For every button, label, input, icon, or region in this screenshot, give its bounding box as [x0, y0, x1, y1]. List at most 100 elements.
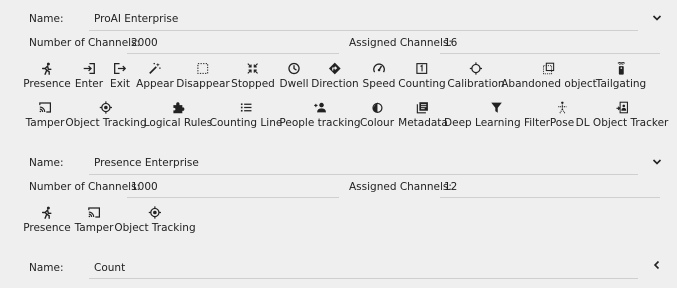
feature-label: Speed	[362, 78, 396, 90]
feature-exit[interactable]: Exit	[110, 60, 130, 90]
chevron-left-icon[interactable]	[652, 260, 662, 270]
name-label: Name:	[29, 157, 64, 169]
assigned-channels-underline	[440, 197, 660, 198]
feature-label: Metadata	[398, 117, 448, 129]
feature-label: Presence	[23, 222, 71, 234]
crosshair-icon	[447, 60, 504, 76]
target-icon	[114, 204, 195, 220]
name-label: Name:	[29, 262, 64, 274]
feature-speed[interactable]: Speed	[362, 60, 396, 90]
num-channels-underline	[127, 53, 339, 54]
half-circle-icon	[360, 99, 394, 115]
feature-label: Pose	[549, 117, 575, 129]
feature-dl-object-tracker[interactable]: DL Object Tracker	[575, 99, 669, 129]
feature-metadata[interactable]: Metadata	[398, 99, 448, 129]
num-channels-label: Number of Channels:	[29, 181, 141, 193]
library-icon	[398, 99, 448, 115]
feature-logical-rules[interactable]: Logical Rules	[144, 99, 212, 129]
assigned-channels-label: Assigned Channels:	[349, 37, 452, 49]
name-underline	[89, 30, 638, 31]
cast-icon	[26, 99, 65, 115]
feature-label: Dwell	[279, 78, 309, 90]
chevron-down-icon[interactable]	[652, 157, 662, 167]
name-underline	[89, 278, 638, 279]
feature-direction[interactable]: Direction	[311, 60, 359, 90]
direction-sign-icon	[311, 60, 358, 76]
counter-box-icon	[398, 60, 445, 76]
name-label: Name:	[29, 13, 64, 25]
feature-label: Exit	[110, 78, 130, 90]
feature-people-tracking[interactable]: People tracking	[279, 99, 361, 129]
clock-icon	[280, 60, 309, 76]
cast-icon	[75, 204, 114, 220]
feature-label: Tailgating	[595, 78, 647, 90]
pose-icon	[550, 99, 574, 115]
feature-label: Tamper	[74, 222, 114, 234]
feature-disappear[interactable]: Disappear	[176, 60, 230, 90]
feature-label: Tamper	[25, 117, 65, 129]
list-icon	[210, 99, 283, 115]
feature-label: Logical Rules	[143, 117, 213, 129]
feature-abandoned-object[interactable]: Abandoned object	[501, 60, 597, 90]
feature-presence[interactable]: Presence	[23, 204, 71, 234]
people-icon	[279, 99, 360, 115]
abandoned-object-icon	[501, 60, 597, 76]
feature-counting-line[interactable]: Counting Line	[209, 99, 283, 129]
exit-icon	[110, 60, 130, 76]
feature-label: Disappear	[176, 78, 230, 90]
feature-label: Appear	[136, 78, 174, 90]
feature-colour[interactable]: Colour	[360, 99, 394, 129]
feature-label: Deep Learning Filter	[444, 117, 550, 129]
feature-label: Direction	[311, 78, 359, 90]
name-underline	[89, 174, 638, 175]
name-value: ProAI Enterprise	[94, 13, 179, 25]
num-channels-underline	[127, 197, 339, 198]
magic-wand-icon	[136, 60, 174, 76]
name-value: Count	[94, 262, 126, 274]
chevron-down-icon[interactable]	[652, 13, 662, 23]
feature-object-tracking[interactable]: Object Tracking	[65, 99, 147, 129]
feature-deep-learning-filter[interactable]: Deep Learning Filter	[444, 99, 550, 129]
object-tracker-icon	[576, 99, 669, 115]
collapse-arrows-icon	[231, 60, 275, 76]
assigned-channels-underline	[440, 53, 660, 54]
feature-object-tracking[interactable]: Object Tracking	[114, 204, 196, 234]
feature-dwell[interactable]: Dwell	[279, 60, 309, 90]
feature-label: Enter	[74, 78, 104, 90]
enter-icon	[75, 60, 103, 76]
feature-tamper[interactable]: Tamper	[25, 99, 65, 129]
num-channels-value: 1000	[131, 181, 158, 193]
feature-tailgating[interactable]: Tailgating	[596, 60, 646, 90]
feature-label: Object Tracking	[65, 117, 147, 129]
feature-label: Object Tracking	[114, 222, 196, 234]
puzzle-icon	[144, 99, 212, 115]
feature-presence[interactable]: Presence	[23, 60, 71, 90]
feature-pose[interactable]: Pose	[550, 99, 574, 129]
feature-label: Presence	[23, 78, 71, 90]
feature-label: DL Object Tracker	[575, 117, 669, 129]
feature-label: Colour	[359, 117, 395, 129]
filter-icon	[444, 99, 550, 115]
assigned-channels-value: 16	[444, 37, 458, 49]
feature-stopped[interactable]: Stopped	[231, 60, 275, 90]
feature-label: People tracking	[279, 117, 361, 129]
feature-tamper[interactable]: Tamper	[74, 204, 114, 234]
running-person-icon	[23, 60, 71, 76]
feature-label: Counting	[398, 78, 446, 90]
target-icon	[65, 99, 146, 115]
remote-icon	[596, 60, 646, 76]
num-channels-value: 2000	[131, 37, 158, 49]
assigned-channels-value: 12	[444, 181, 458, 193]
num-channels-label: Number of Channels:	[29, 37, 141, 49]
feature-counting[interactable]: Counting	[398, 60, 446, 90]
dashed-square-icon	[176, 60, 229, 76]
assigned-channels-label: Assigned Channels:	[349, 181, 452, 193]
feature-enter[interactable]: Enter	[75, 60, 103, 90]
name-value: Presence Enterprise	[94, 157, 199, 169]
speedometer-icon	[363, 60, 396, 76]
feature-label: Calibration	[447, 78, 505, 90]
feature-calibration[interactable]: Calibration	[447, 60, 505, 90]
feature-label: Abandoned object	[501, 78, 597, 90]
feature-label: Counting Line	[209, 117, 283, 129]
feature-appear[interactable]: Appear	[136, 60, 174, 90]
